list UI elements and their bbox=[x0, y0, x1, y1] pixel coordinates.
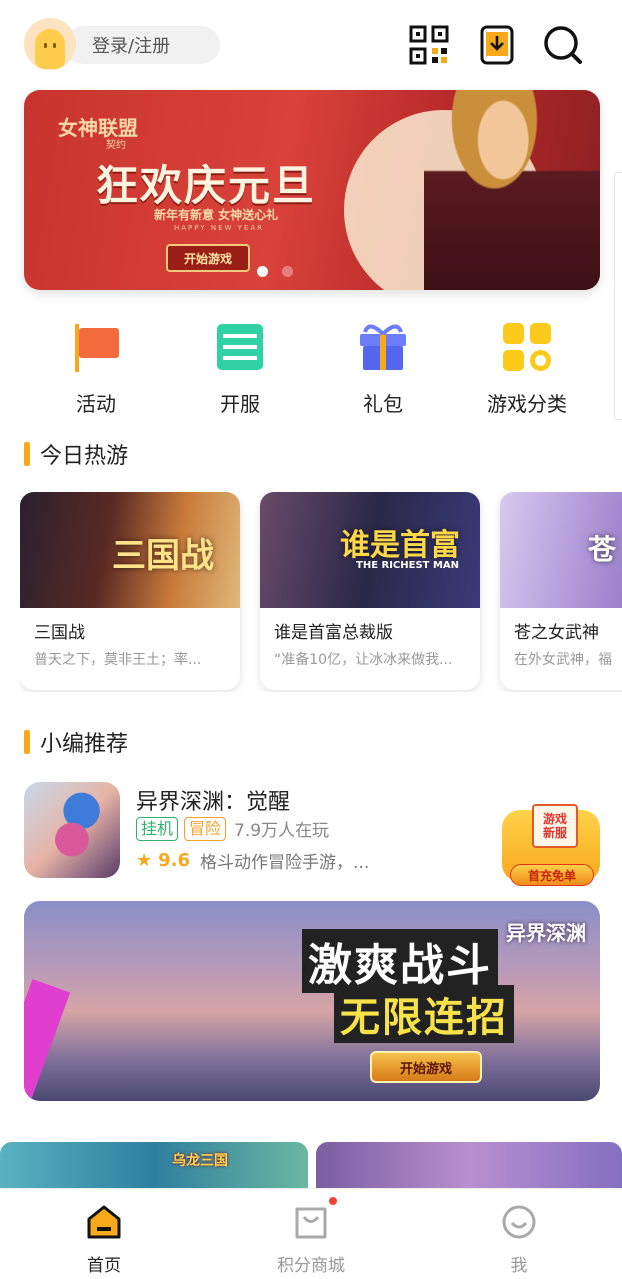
nav-label: 首页 bbox=[87, 1256, 121, 1276]
recommend-section-title: 小编推荐 bbox=[24, 728, 129, 757]
banner-title: 狂欢庆元旦 bbox=[96, 161, 317, 210]
tag-idle: 挂机 bbox=[136, 816, 179, 841]
game-desc: “准备10亿，让冰冰来做我... bbox=[274, 652, 453, 668]
flag-icon bbox=[75, 324, 119, 372]
carousel-dot[interactable] bbox=[282, 266, 293, 277]
nav-points-mall[interactable]: 积分商城 bbox=[241, 1189, 381, 1279]
home-icon bbox=[87, 1205, 121, 1239]
rating-score: 9.6 bbox=[158, 850, 191, 871]
qr-code-icon[interactable] bbox=[408, 24, 450, 66]
hot-games-row[interactable]: 三国战 三国战 普天之下，莫非王土；率... 谁是首富 THE RICHEST … bbox=[20, 492, 622, 692]
banner-start-button[interactable]: 开始游戏 bbox=[370, 1051, 482, 1083]
profile-icon bbox=[502, 1205, 536, 1239]
game-name: 苍之女武神 bbox=[514, 623, 599, 643]
nav-home[interactable]: 首页 bbox=[34, 1189, 174, 1279]
banner-decoration-stripe bbox=[24, 978, 71, 1101]
star-icon: ★ bbox=[136, 850, 153, 871]
game-name: 异界深渊：觉醒 bbox=[136, 790, 291, 815]
banner-character-image bbox=[424, 90, 600, 290]
category-classification[interactable]: 游戏分类 bbox=[467, 320, 587, 417]
category-activity[interactable]: 活动 bbox=[36, 320, 156, 417]
hot-section-title: 今日热游 bbox=[24, 440, 129, 469]
carousel-dot-active[interactable] bbox=[257, 266, 268, 277]
nav-label: 积分商城 bbox=[277, 1256, 345, 1276]
login-button[interactable]: 登录/注册 bbox=[24, 18, 220, 70]
banner-headline-1: 激爽战斗 bbox=[302, 929, 498, 993]
game-desc: 在外女武神，福 bbox=[514, 652, 612, 668]
category-label: 开服 bbox=[220, 392, 260, 416]
game-app-icon[interactable] bbox=[24, 782, 120, 878]
avatar-face-icon bbox=[35, 29, 65, 69]
section-accent-bar bbox=[24, 730, 30, 754]
category-label: 礼包 bbox=[363, 392, 403, 416]
new-server-promo-badge[interactable]: 游戏 新服 首充免单 bbox=[502, 804, 600, 886]
carousel-dots bbox=[257, 266, 293, 277]
banner-slogan-en: HAPPY NEW YEAR bbox=[174, 224, 264, 232]
banner-headline-2: 无限连招 bbox=[334, 985, 514, 1043]
top-header: 登录/注册 bbox=[0, 0, 622, 90]
recommended-game-item[interactable]: 异界深渊：觉醒 挂机 冒险 7.9万人在玩 ★ 9.6 格斗动作冒险手游，...… bbox=[24, 782, 600, 886]
thumbnail-title: 谁是首富 bbox=[340, 528, 460, 563]
game-thumbnail: 苍 bbox=[500, 492, 622, 608]
download-icon[interactable] bbox=[476, 24, 518, 66]
search-icon[interactable] bbox=[542, 24, 584, 66]
nav-me[interactable]: 我 bbox=[449, 1189, 589, 1279]
banner-start-button[interactable]: 开始游戏 bbox=[166, 244, 250, 272]
game-rating: ★ 9.6 格斗动作冒险手游，... bbox=[136, 848, 369, 873]
thumbnail-logo: 乌龙三国 bbox=[172, 1153, 228, 1169]
server-icon bbox=[217, 324, 263, 370]
banner-game-logo: 异界深渊 bbox=[506, 921, 586, 945]
tag-adventure: 冒险 bbox=[184, 816, 227, 841]
avatar[interactable] bbox=[24, 18, 76, 70]
thumbnail-title: 苍 bbox=[588, 533, 617, 566]
game-thumbnail[interactable] bbox=[316, 1142, 622, 1190]
game-thumbnail: 三国战 bbox=[20, 492, 240, 608]
login-label[interactable]: 登录/注册 bbox=[92, 32, 170, 58]
recommend-banner[interactable]: 异界深渊 激爽战斗 无限连招 开始游戏 bbox=[24, 901, 600, 1101]
category-gift[interactable]: 礼包 bbox=[323, 320, 443, 417]
game-desc: 普天之下，莫非王土；率... bbox=[34, 652, 202, 668]
promo-line2: 新服 bbox=[542, 826, 567, 840]
promo-banner[interactable]: 女神联盟 契约 狂欢庆元旦 新年有新意 女神送心礼 HAPPY NEW YEAR… bbox=[24, 90, 600, 290]
promo-line1: 游戏 bbox=[542, 812, 567, 826]
hot-game-card[interactable]: 三国战 三国战 普天之下，莫非王土；率... bbox=[20, 492, 240, 690]
game-name: 三国战 bbox=[34, 623, 85, 643]
hot-game-card[interactable]: 苍 苍之女武神 在外女武神，福 bbox=[500, 492, 622, 690]
grid-icon bbox=[503, 323, 551, 371]
notification-badge bbox=[329, 1197, 337, 1205]
game-thumbnail: 谁是首富 THE RICHEST MAN bbox=[260, 492, 480, 608]
nav-label: 我 bbox=[510, 1256, 528, 1276]
promo-ribbon: 首充免单 bbox=[510, 864, 594, 886]
bottom-navigation: 首页 积分商城 我 bbox=[0, 1188, 622, 1279]
section-accent-bar bbox=[24, 442, 30, 466]
shopping-bag-icon bbox=[295, 1197, 337, 1239]
thumbnail-title: 三国战 bbox=[112, 536, 214, 576]
category-label: 游戏分类 bbox=[487, 392, 567, 416]
more-games-row[interactable]: 乌龙三国 bbox=[0, 1142, 622, 1190]
section-title-text: 小编推荐 bbox=[40, 732, 129, 757]
thumbnail-subtitle: THE RICHEST MAN bbox=[356, 560, 460, 571]
promo-card: 游戏 新服 bbox=[532, 804, 578, 848]
game-tags: 挂机 冒险 7.9万人在玩 bbox=[136, 816, 329, 841]
banner-logo: 女神联盟 bbox=[58, 116, 138, 140]
gift-icon bbox=[360, 324, 406, 370]
banner-slogan: 新年有新意 女神送心礼 bbox=[154, 208, 279, 222]
game-thumbnail[interactable]: 乌龙三国 bbox=[0, 1142, 308, 1190]
player-count: 7.9万人在玩 bbox=[234, 821, 330, 841]
category-label: 活动 bbox=[76, 392, 116, 416]
banner-sub-logo: 契约 bbox=[106, 140, 126, 151]
category-server[interactable]: 开服 bbox=[180, 320, 300, 417]
category-grid: 活动 开服 礼包 游戏分类 bbox=[0, 320, 622, 420]
section-title-text: 今日热游 bbox=[40, 444, 129, 469]
hot-game-card[interactable]: 谁是首富 THE RICHEST MAN 谁是首富总裁版 “准备10亿，让冰冰来… bbox=[260, 492, 480, 690]
game-short-desc: 格斗动作冒险手游，... bbox=[200, 853, 370, 873]
game-name: 谁是首富总裁版 bbox=[274, 623, 393, 643]
